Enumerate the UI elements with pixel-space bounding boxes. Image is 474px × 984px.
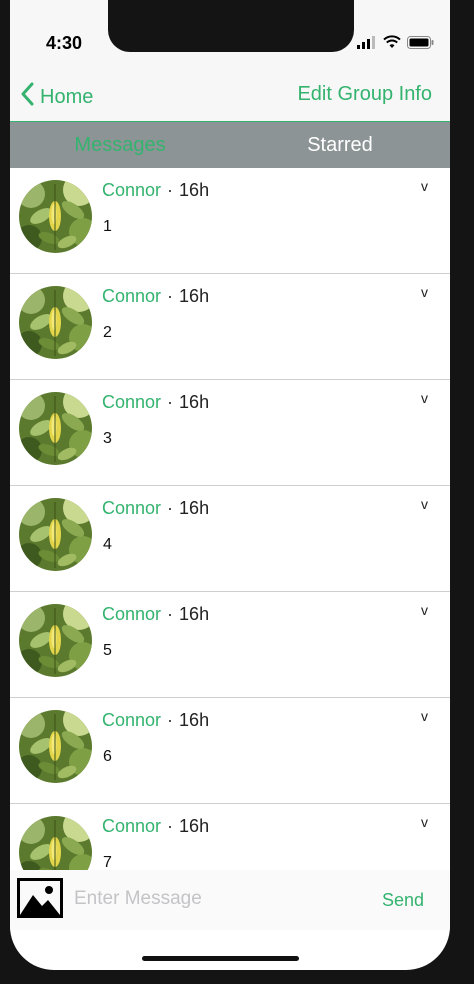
separator-dot: · xyxy=(167,392,174,412)
list-item[interactable]: Connor · 16h 5 v xyxy=(10,592,450,698)
author-name: Connor xyxy=(102,392,162,412)
back-button[interactable]: Home xyxy=(20,82,93,112)
author-name: Connor xyxy=(102,286,162,306)
message-meta: Connor · 16h xyxy=(102,816,209,837)
avatar xyxy=(19,286,92,359)
list-item[interactable]: Connor · 16h 3 v xyxy=(10,380,450,486)
separator-dot: · xyxy=(167,180,174,200)
message-text: 5 xyxy=(103,642,112,659)
separator-dot: · xyxy=(167,286,174,306)
tab-messages[interactable]: Messages xyxy=(10,122,230,168)
avatar xyxy=(19,180,92,253)
avatar xyxy=(19,816,92,870)
message-text: 4 xyxy=(103,536,112,553)
edit-group-info-button[interactable]: Edit Group Info xyxy=(297,83,432,106)
chevron-down-icon[interactable]: v xyxy=(421,602,428,618)
message-text: 1 xyxy=(103,218,112,235)
message-time: 16h xyxy=(179,710,210,730)
separator-dot: · xyxy=(167,604,174,624)
separator-dot: · xyxy=(167,498,174,518)
separator-dot: · xyxy=(167,816,174,836)
avatar xyxy=(19,392,92,465)
message-text: 3 xyxy=(103,430,112,447)
message-time: 16h xyxy=(179,286,210,306)
tab-starred[interactable]: Starred xyxy=(230,122,450,168)
chevron-down-icon[interactable]: v xyxy=(421,178,428,194)
avatar xyxy=(19,710,92,783)
list-item[interactable]: Connor · 16h 1 v xyxy=(10,168,450,274)
message-time: 16h xyxy=(179,816,210,836)
message-time: 16h xyxy=(179,498,210,518)
list-item[interactable]: Connor · 16h 4 v xyxy=(10,486,450,592)
author-name: Connor xyxy=(102,604,162,624)
author-name: Connor xyxy=(102,180,162,200)
list-item[interactable]: Connor · 16h 6 v xyxy=(10,698,450,804)
wifi-icon xyxy=(383,35,401,54)
avatar xyxy=(19,604,92,677)
author-name: Connor xyxy=(102,498,162,518)
list-item[interactable]: Connor · 16h 2 v xyxy=(10,274,450,380)
author-name: Connor xyxy=(102,710,162,730)
status-icons xyxy=(357,35,434,54)
camera-notch xyxy=(108,0,354,52)
message-composer: Send xyxy=(10,870,450,930)
message-time: 16h xyxy=(179,180,210,200)
signal-icon xyxy=(357,35,377,54)
message-time: 16h xyxy=(179,604,210,624)
message-meta: Connor · 16h xyxy=(102,710,209,731)
chevron-down-icon[interactable]: v xyxy=(421,708,428,724)
chevron-down-icon[interactable]: v xyxy=(421,284,428,300)
message-list[interactable]: Connor · 16h 1 v Connor · 16h 2 v Connor · 16h… xyxy=(10,168,450,870)
message-meta: Connor · 16h xyxy=(102,180,209,201)
chevron-left-icon xyxy=(20,82,40,112)
chevron-down-icon[interactable]: v xyxy=(421,390,428,406)
chevron-down-icon[interactable]: v xyxy=(421,814,428,830)
message-meta: Connor · 16h xyxy=(102,604,209,625)
segment-tabs: Messages Starred xyxy=(10,122,450,168)
message-text: 7 xyxy=(103,854,112,870)
back-label: Home xyxy=(40,85,94,108)
message-text: 2 xyxy=(103,324,112,341)
author-name: Connor xyxy=(102,816,162,836)
separator-dot: · xyxy=(167,710,174,730)
list-item[interactable]: Connor · 16h 7 v xyxy=(10,804,450,870)
nav-bar: Home Edit Group Info xyxy=(10,60,450,123)
photo-icon[interactable] xyxy=(17,878,63,918)
status-time: 4:30 xyxy=(46,33,83,53)
message-input[interactable] xyxy=(72,878,356,920)
message-meta: Connor · 16h xyxy=(102,392,209,413)
message-time: 16h xyxy=(179,392,210,412)
device-frame: 4:30 Home Edit Group Info Messages Starr… xyxy=(0,0,474,984)
home-indicator xyxy=(142,956,299,961)
chevron-down-icon[interactable]: v xyxy=(421,496,428,512)
avatar xyxy=(19,498,92,571)
message-meta: Connor · 16h xyxy=(102,286,209,307)
message-text: 6 xyxy=(103,748,112,765)
send-button[interactable]: Send xyxy=(382,890,424,911)
battery-icon xyxy=(407,35,434,54)
app-screen: 4:30 Home Edit Group Info Messages Starr… xyxy=(10,0,450,970)
message-meta: Connor · 16h xyxy=(102,498,209,519)
